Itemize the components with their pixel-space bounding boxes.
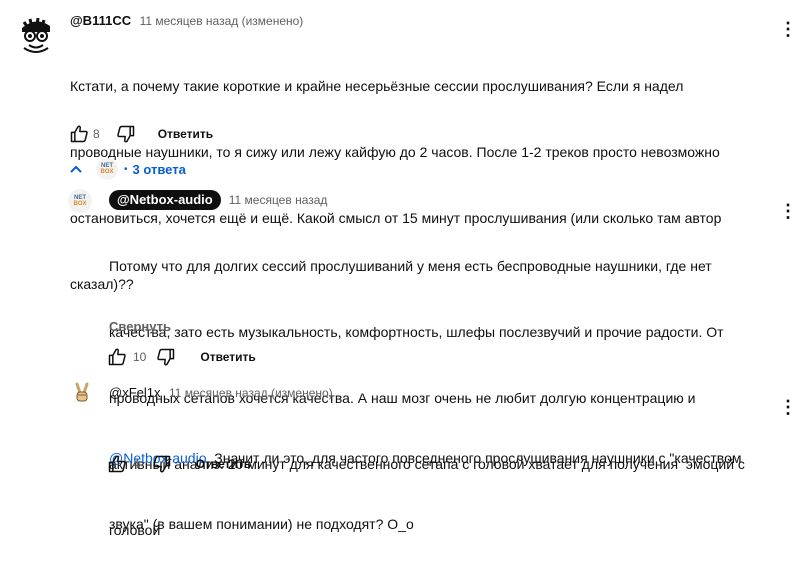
timestamp[interactable]: 11 месяцев назад (изменено) — [140, 14, 304, 28]
comment-header: @B111CC 11 месяцев назад (изменено) — [70, 12, 303, 30]
timestamp[interactable]: 11 месяцев назад (изменено) — [169, 386, 333, 400]
avatar-text-bottom: BOX — [100, 169, 114, 175]
avatar-illustration — [75, 382, 89, 402]
collapse-button[interactable]: Свернуть — [109, 319, 171, 334]
avatar: NET BOX — [96, 158, 118, 180]
dislike-icon[interactable] — [114, 122, 138, 146]
reply-actions: 4 Ответить — [105, 452, 251, 476]
more-vert-icon[interactable]: ⋮ — [779, 202, 797, 220]
chevron-up-icon — [66, 164, 86, 174]
reply-button[interactable]: Ответить — [200, 350, 255, 364]
avatar[interactable] — [16, 14, 56, 54]
like-icon[interactable] — [67, 122, 91, 146]
channel-owner-badge[interactable]: @Netbox-audio — [109, 190, 221, 210]
reply-line: Потому что для долгих сессий прослушиван… — [109, 258, 712, 274]
avatar[interactable] — [70, 381, 94, 405]
avatar-illustration — [16, 14, 56, 54]
timestamp[interactable]: 11 месяцев назад — [229, 193, 328, 207]
like-count: 10 — [133, 350, 147, 364]
author-handle[interactable]: @xFel1x — [109, 385, 161, 400]
avatar[interactable]: NET BOX — [68, 189, 92, 213]
more-vert-icon[interactable]: ⋮ — [779, 398, 797, 416]
author-handle[interactable]: @B111CC — [70, 13, 131, 28]
dislike-icon[interactable] — [154, 345, 178, 369]
reply-text: @Netbox-audio Значит ли это, для частого… — [109, 403, 769, 557]
like-icon[interactable] — [105, 452, 129, 476]
like-count: 4 — [133, 457, 140, 471]
more-vert-icon[interactable]: ⋮ — [779, 20, 797, 38]
comment-actions: 8 Ответить — [67, 122, 213, 146]
dislike-icon[interactable] — [150, 452, 174, 476]
comment-line: Кстати, а почему такие короткие и крайне… — [70, 78, 684, 94]
reply-header: @xFel1x 11 месяцев назад (изменено) — [109, 384, 333, 402]
reply-line: качества, зато есть музыкальность, комфо… — [109, 324, 724, 340]
reply-button[interactable]: Ответить — [196, 457, 251, 471]
replies-toggle[interactable]: NET BOX • 3 ответа — [66, 157, 186, 181]
reply-actions: 10 Ответить — [105, 345, 256, 369]
reply-button[interactable]: Ответить — [158, 127, 213, 141]
replies-count: 3 ответа — [132, 161, 186, 177]
reply-text-rest: Значит ли это, для частого повседненого … — [206, 450, 742, 466]
reply-header: @Netbox-audio 11 месяцев назад — [109, 190, 327, 210]
like-count: 8 — [93, 127, 100, 141]
reply-line: звука" (в вашем понимании) не подходят? … — [109, 516, 414, 532]
dot-separator: • — [124, 163, 128, 175]
like-icon[interactable] — [105, 345, 129, 369]
avatar-text-bottom: BOX — [73, 201, 87, 207]
